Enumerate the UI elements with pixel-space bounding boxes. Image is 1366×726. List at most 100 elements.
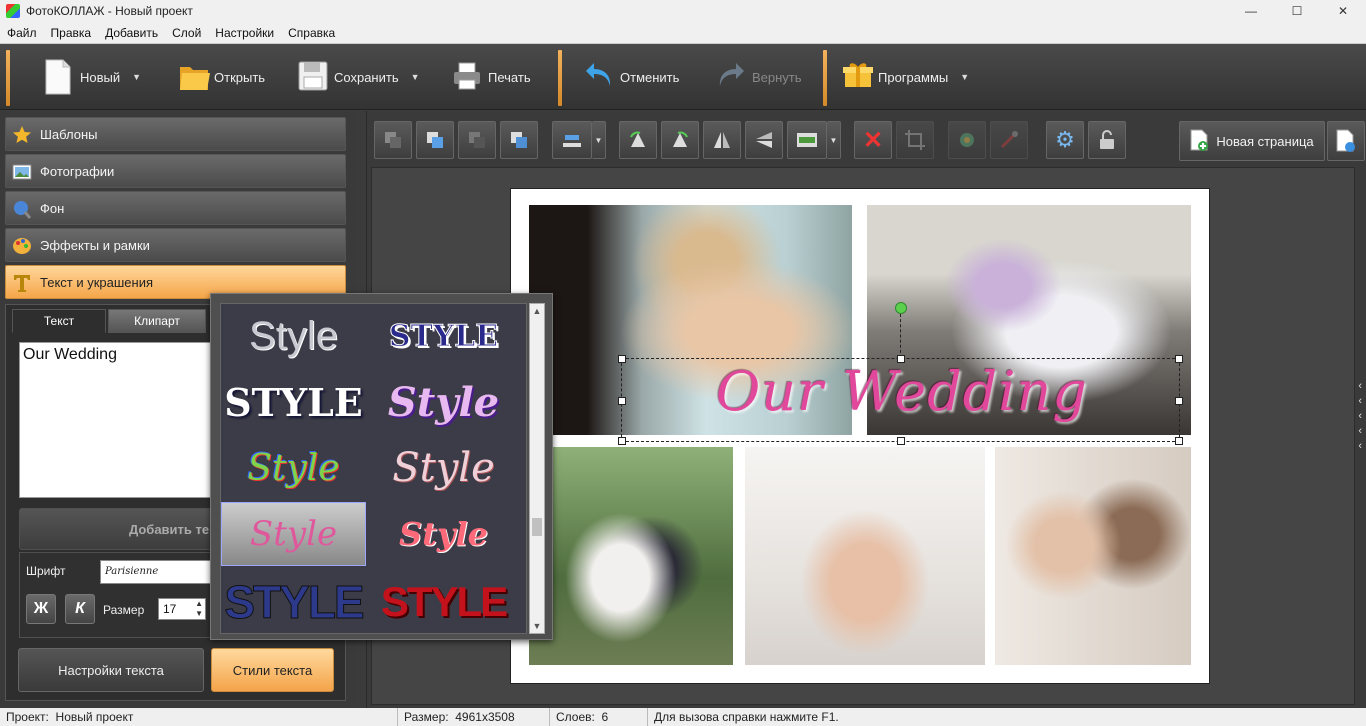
style-preset[interactable]: Style [221,436,366,500]
menu-add[interactable]: Добавить [98,26,165,40]
new-button[interactable]: Новый ▼ [44,56,141,98]
size-value: 17 [163,602,177,616]
menu-edit[interactable]: Правка [44,26,99,40]
flip-horizontal-icon[interactable] [703,121,741,159]
page-settings-icon[interactable] [1327,121,1365,161]
status-hint: Для вызова справки нажмите F1. [654,710,839,724]
popup-scrollbar[interactable]: ▲ ▼ [529,303,545,634]
open-button[interactable]: Открыть [178,56,265,98]
section-background[interactable]: Фон [5,191,346,225]
rotate-left-icon[interactable] [619,121,657,159]
style-preset[interactable]: STYLE [371,304,516,368]
resize-handle[interactable] [618,355,626,363]
open-label: Открыть [214,69,266,85]
menu-layer[interactable]: Слой [165,26,208,40]
redo-button[interactable]: Вернуть [716,56,802,98]
resize-handle[interactable] [897,355,905,363]
save-dropdown-icon[interactable]: ▼ [411,72,420,82]
tool-icon[interactable] [990,121,1028,159]
scroll-thumb[interactable] [532,518,542,536]
selection-frame[interactable] [618,355,1183,445]
status-size: Размер: 4961x3508 [398,708,550,726]
section-photos[interactable]: Фотографии [5,154,346,188]
photo-couple-kiss[interactable] [995,447,1191,665]
undo-arrow-icon [584,59,614,95]
section-effects[interactable]: Эффекты и рамки [5,228,346,262]
style-preset[interactable]: Style [371,370,516,434]
settings-gear-icon[interactable]: ⚙ [1046,121,1084,159]
style-preset[interactable]: STYLE [371,570,516,633]
resize-handle[interactable] [1175,355,1183,363]
rotation-handle[interactable] [895,302,907,314]
menu-help[interactable]: Справка [281,26,342,40]
side-panel-toggle-icon[interactable]: ‹ ‹ ‹ ‹ ‹ [1358,379,1362,454]
size-stepper[interactable]: 17 ▲ ▼ [158,598,206,620]
fit-dropdown-icon[interactable]: ▼ [827,121,841,159]
layer-back-icon[interactable] [374,121,412,159]
photo-icon [12,162,32,182]
printer-icon [452,59,482,95]
bring-forward-icon[interactable] [500,121,538,159]
undo-button[interactable]: Отменить [584,56,679,98]
flip-vertical-icon[interactable] [745,121,783,159]
section-effects-label: Эффекты и рамки [40,237,150,253]
programs-dropdown-icon[interactable]: ▼ [960,72,969,82]
print-button[interactable]: Печать [452,56,531,98]
align-dropdown-icon[interactable]: ▼ [592,121,606,159]
main-toolbar: Новый ▼ Открыть Сохранить ▼ Печать Отмен… [0,44,1366,110]
send-backward-icon[interactable] [458,121,496,159]
resize-handle[interactable] [1175,437,1183,445]
new-page-label: Новая страница [1216,133,1314,149]
save-button[interactable]: Сохранить ▼ [298,56,420,98]
delete-icon[interactable]: ✕ [854,121,892,159]
tab-text[interactable]: Текст [12,309,106,333]
effects-icon[interactable] [948,121,986,159]
style-preset[interactable]: Style [371,436,516,500]
resize-handle[interactable] [1175,397,1183,405]
status-size-label: Размер: [404,710,449,724]
italic-button[interactable]: К [65,594,95,624]
programs-button[interactable]: Программы ▼ [842,56,969,98]
close-button[interactable]: ✕ [1320,0,1366,22]
section-background-label: Фон [40,200,65,216]
minimize-button[interactable]: — [1228,0,1274,22]
photo-couple-embrace[interactable] [529,447,733,665]
section-templates[interactable]: Шаблоны [5,117,346,151]
edit-toolbar: ▼ ▼ ✕ ⚙ Новая страница [373,119,1365,163]
maximize-button[interactable]: ☐ [1274,0,1320,22]
style-preset-selected[interactable]: Style [221,502,366,566]
lock-icon[interactable] [1088,121,1126,159]
new-page-button[interactable]: Новая страница [1179,121,1325,161]
status-layers-label: Слоев: [556,710,595,724]
style-presets-grid: Style STYLE STYLE Style Style Style Styl… [220,303,527,634]
resize-handle[interactable] [618,397,626,405]
save-icon [298,59,328,95]
fit-icon[interactable] [787,121,827,159]
menu-bar: Файл Правка Добавить Слой Настройки Спра… [0,22,1366,44]
style-preset[interactable]: STYLE [221,370,366,434]
text-settings-button[interactable]: Настройки текста [18,648,204,692]
scroll-up-icon[interactable]: ▲ [530,306,544,316]
scroll-down-icon[interactable]: ▼ [530,621,544,631]
resize-handle[interactable] [618,437,626,445]
redo-label: Вернуть [752,69,802,85]
new-document-icon [44,59,74,95]
bold-button[interactable]: Ж [26,594,56,624]
spinner-arrows-icon[interactable]: ▲ ▼ [195,599,203,619]
crop-icon[interactable] [896,121,934,159]
style-preset[interactable]: STYLE [221,570,366,633]
text-styles-button[interactable]: Стили текста [211,648,334,692]
tab-clipart[interactable]: Клипарт [108,309,206,333]
menu-settings[interactable]: Настройки [208,26,281,40]
window-title: ФотоКОЛЛАЖ - Новый проект [26,4,193,18]
bring-front-icon[interactable] [416,121,454,159]
photo-heart-hands[interactable] [745,447,985,665]
new-dropdown-icon[interactable]: ▼ [132,72,141,82]
status-project: Проект: Новый проект [0,708,398,726]
rotate-right-icon[interactable] [661,121,699,159]
align-icon[interactable] [552,121,592,159]
resize-handle[interactable] [897,437,905,445]
style-preset[interactable]: Style [371,502,516,566]
menu-file[interactable]: Файл [0,26,44,40]
style-preset[interactable]: Style [221,304,366,368]
